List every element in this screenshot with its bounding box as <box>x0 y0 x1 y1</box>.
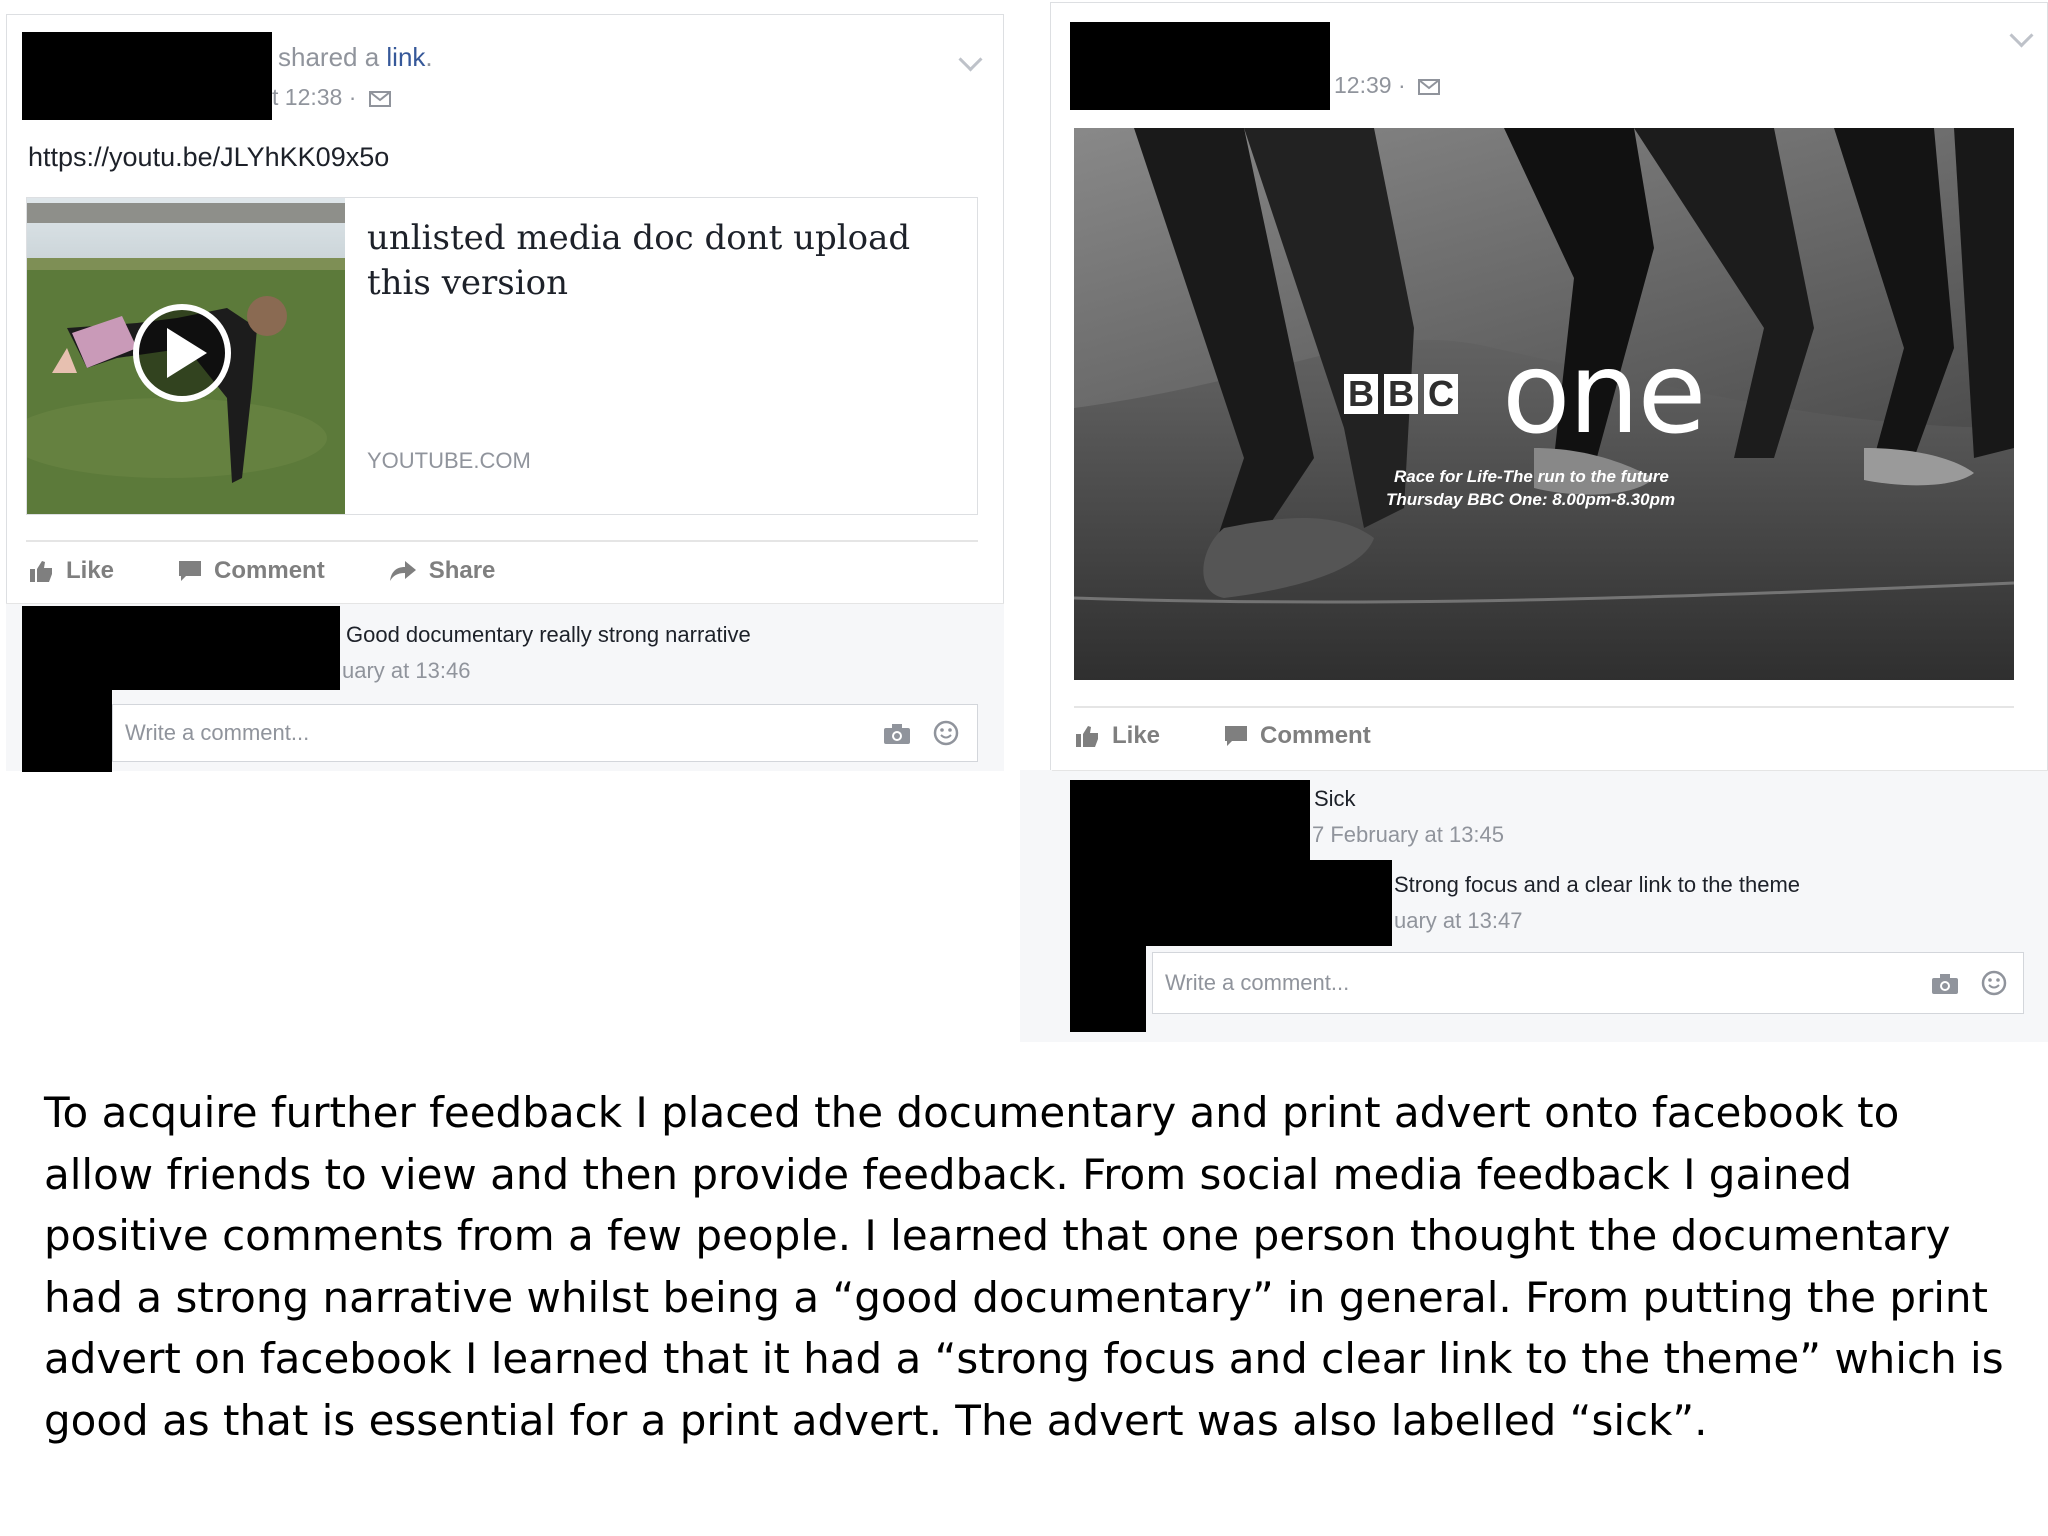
link-preview[interactable]: unlisted media doc dont upload this vers… <box>26 197 978 515</box>
envelope-icon <box>368 90 391 107</box>
bbc-one-wordmark: one <box>1502 329 1706 459</box>
preview-domain: YOUTUBE.COM <box>367 448 531 473</box>
preview-title[interactable]: unlisted media doc dont upload this vers… <box>367 216 957 306</box>
comment-text: Sick <box>1314 786 1356 811</box>
video-thumbnail[interactable] <box>27 198 345 514</box>
advert-tagline-1: Race for Life-The run to the future <box>1394 467 1669 486</box>
comment-icon <box>1225 726 1248 746</box>
comment-text: Strong focus and a clear link to the the… <box>1394 872 1801 897</box>
write-comment-input[interactable]: Write a comment... <box>112 704 978 762</box>
thumbs-up-icon <box>30 561 52 582</box>
post-url[interactable]: https://youtu.be/JLYhKK09x5o <box>28 142 389 173</box>
card-left-edge <box>1020 770 1052 1042</box>
share-button[interactable]: Share <box>389 557 495 585</box>
advert-tagline-2: Thursday BBC One: 8.00pm-8.30pm <box>1386 490 1676 509</box>
write-comment-input[interactable]: Write a comment... <box>1152 952 2024 1014</box>
redacted-avatar <box>1070 780 1146 1032</box>
feedback-caption: To acquire further feedback I placed the… <box>44 1088 2004 1445</box>
bbc-logo: B B C <box>1344 374 1458 414</box>
redacted-author-name <box>1070 22 1330 110</box>
comment-timestamp[interactable]: uary at 13:46 <box>342 658 470 684</box>
redacted-avatar <box>22 606 112 772</box>
emoji-icon[interactable] <box>1981 970 2007 996</box>
post-actions: Like Comment Share <box>30 557 559 585</box>
emoji-icon[interactable] <box>933 720 959 746</box>
post-timestamp[interactable]: t 12:38 · <box>272 84 391 111</box>
like-button[interactable]: Like <box>1076 722 1160 750</box>
post-timestamp[interactable]: 12:39 · <box>1334 72 1440 99</box>
comment-text: Good documentary really strong narrative <box>346 622 751 647</box>
envelope-icon <box>1418 78 1440 95</box>
redacted-author-name <box>22 32 272 120</box>
comment-icon <box>179 561 202 581</box>
chevron-down-icon[interactable] <box>958 47 983 72</box>
comment-button[interactable]: Comment <box>1224 722 1371 750</box>
post-actions: Like Comment <box>1076 722 1435 750</box>
camera-icon[interactable] <box>883 723 911 745</box>
chevron-down-icon[interactable] <box>2009 23 2034 48</box>
comment-timestamp[interactable]: uary at 13:47 <box>1394 908 1522 934</box>
thumbs-up-icon <box>1076 726 1098 747</box>
comment-button[interactable]: Comment <box>178 557 325 585</box>
post-header-text: shared a link. <box>278 42 433 72</box>
divider <box>26 540 978 542</box>
like-button[interactable]: Like <box>30 557 114 585</box>
comment-timestamp[interactable]: 7 February at 13:45 <box>1312 822 1504 848</box>
shared-link[interactable]: link <box>386 42 425 72</box>
divider <box>1074 706 2014 708</box>
share-arrow-icon <box>389 561 416 581</box>
print-advert-image[interactable]: B B C one Race for Life-The run to the f… <box>1074 128 2014 680</box>
camera-icon[interactable] <box>1931 973 1959 995</box>
